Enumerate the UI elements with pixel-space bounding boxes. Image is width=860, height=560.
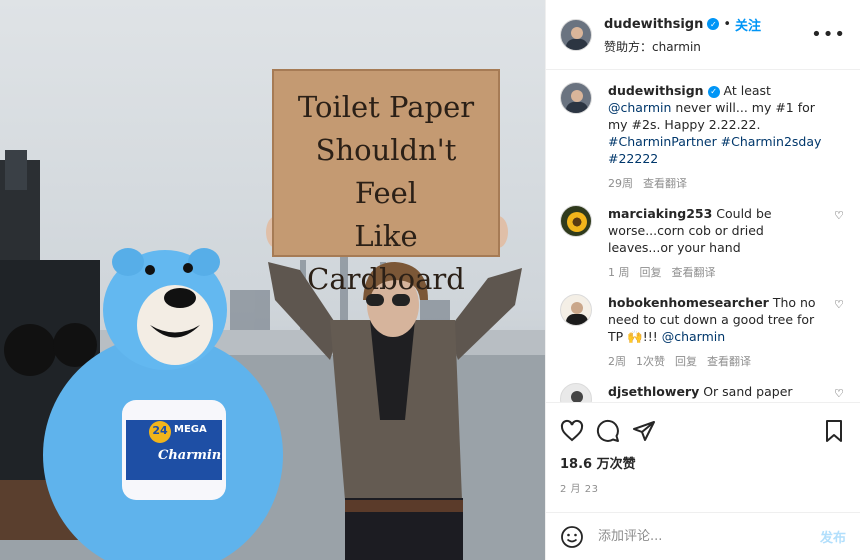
comment-username[interactable]: hobokenhomesearcher [608, 295, 769, 310]
share-paper-plane-icon[interactable] [632, 419, 656, 443]
caption-item: dudewithsign ✓ At least @charmin never w… [560, 82, 846, 191]
package-mega-label: MEGA [174, 424, 207, 435]
comment-mention[interactable]: @charmin [662, 329, 725, 344]
post-header: dudewithsign ✓ • 关注 赞助方：charmin ••• [546, 0, 860, 70]
sign-line-2: Shouldn't Feel [315, 133, 457, 210]
comment-username[interactable]: marciaking253 [608, 206, 712, 221]
post-actions: 18.6 万次赞 2 月 23 [546, 402, 860, 512]
instagram-post-view: Toilet Paper Shouldn't Feel Like Cardboa… [0, 0, 860, 560]
commenter-avatar[interactable] [560, 205, 592, 237]
like-heart-icon[interactable] [560, 419, 584, 443]
comment-translate-button[interactable]: 查看翻译 [707, 353, 751, 369]
comment-reply-button[interactable]: 回复 [640, 264, 662, 280]
comment-like-icon[interactable]: ♡ [834, 387, 846, 400]
package-badge: 24 [152, 424, 168, 437]
comment-username[interactable]: djsethlowery [608, 384, 699, 399]
separator-dot: • [723, 16, 732, 32]
comment-reply-button[interactable]: 回复 [675, 353, 697, 369]
add-comment-bar: 发布 [546, 512, 860, 560]
comment-time: 2周 [608, 355, 626, 368]
more-options-icon[interactable]: ••• [811, 24, 846, 45]
comment-like-count[interactable]: 1次赞 [636, 353, 665, 369]
comment-like-icon[interactable]: ♡ [834, 298, 846, 311]
sign-line-4: Cardboard [307, 262, 465, 296]
comment-like-icon[interactable]: ♡ [834, 209, 846, 222]
post-photo[interactable]: Toilet Paper Shouldn't Feel Like Cardboa… [0, 0, 545, 560]
comments-list[interactable]: dudewithsign ✓ At least @charmin never w… [546, 70, 860, 402]
caption-text-1: At least [719, 83, 771, 98]
author-avatar[interactable] [560, 18, 592, 51]
post-side-panel: dudewithsign ✓ • 关注 赞助方：charmin ••• dude… [545, 0, 860, 560]
caption-translate-button[interactable]: 查看翻译 [643, 175, 687, 191]
comment-translate-button[interactable]: 查看翻译 [672, 264, 716, 280]
sign-text: Toilet Paper Shouldn't Feel Like Cardboa… [280, 86, 492, 301]
comment-bubble-icon[interactable] [596, 419, 620, 443]
commenter-avatar[interactable] [560, 383, 592, 402]
sponsor-label[interactable]: 赞助方：charmin [604, 38, 811, 55]
caption-time: 29周 [608, 177, 633, 190]
commenter-avatar[interactable] [560, 294, 592, 326]
verified-badge-icon: ✓ [707, 18, 720, 30]
post-comment-button[interactable]: 发布 [820, 527, 846, 546]
likes-count[interactable]: 18.6 万次赞 [560, 453, 846, 472]
caption-username[interactable]: dudewithsign [608, 83, 704, 98]
emoji-picker-icon[interactable] [560, 525, 584, 549]
save-bookmark-icon[interactable] [822, 419, 846, 443]
follow-button[interactable]: 关注 [735, 15, 761, 34]
comment-item: djsethlowery Or sand paper ♡ [560, 383, 846, 402]
comment-item: hobokenhomesearcher Tho no need to cut d… [560, 294, 846, 369]
caption-avatar[interactable] [560, 82, 592, 114]
sign-line-3: Like [354, 219, 418, 253]
comment-text: Or sand paper [699, 384, 793, 399]
caption-hashtags[interactable]: #CharminPartner #Charmin2sday #22222 [608, 134, 821, 166]
post-header-text: dudewithsign ✓ • 关注 赞助方：charmin [604, 15, 811, 55]
package-brand: Charmin [158, 448, 222, 463]
comment-item: marciaking253 Could be worse...corn cob … [560, 205, 846, 280]
comment-input[interactable] [598, 529, 806, 544]
caption-mention[interactable]: @charmin [608, 100, 671, 115]
verified-badge-icon: ✓ [707, 85, 720, 98]
comment-time: 1 周 [608, 266, 630, 279]
sign-line-1: Toilet Paper [297, 90, 475, 124]
post-date: 2 月 23 [560, 484, 599, 495]
author-username[interactable]: dudewithsign [604, 17, 703, 32]
